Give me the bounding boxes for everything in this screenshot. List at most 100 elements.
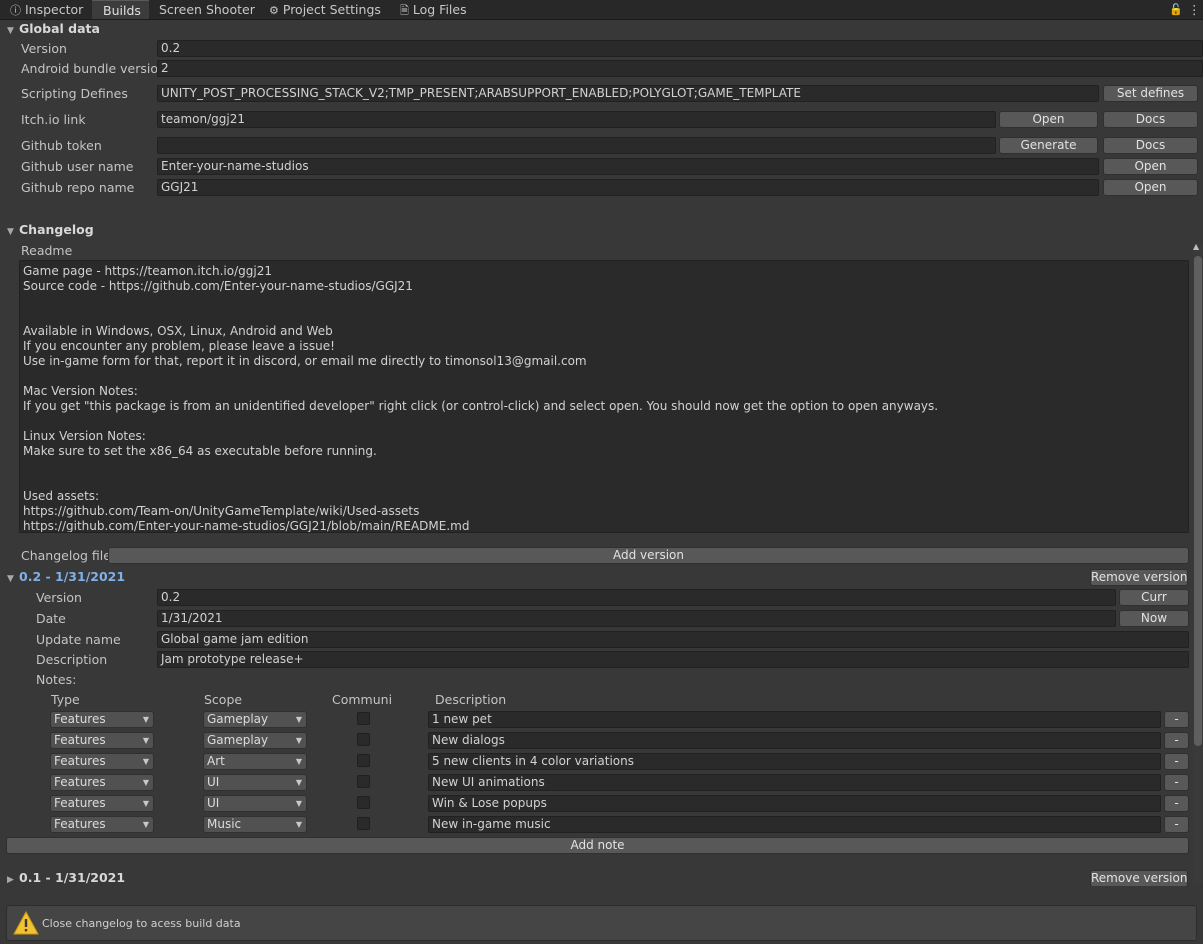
remove-note-button[interactable]: -: [1164, 774, 1189, 791]
note-scope-dropdown[interactable]: Gameplay ▼: [203, 711, 307, 728]
foldout-arrow-icon: ▶: [7, 875, 14, 885]
note-community-checkbox[interactable]: [357, 733, 370, 746]
info-icon: ⓘ: [10, 4, 21, 17]
note-community-checkbox[interactable]: [357, 712, 370, 725]
readme-line: [23, 474, 1185, 489]
note-type-dropdown[interactable]: Features ▼: [50, 753, 154, 770]
github-repo-field[interactable]: GGJ21: [157, 179, 1099, 196]
note-scope-dropdown[interactable]: UI ▼: [203, 774, 307, 791]
github-repo-label: Github repo name: [21, 180, 135, 195]
note-scope-dropdown[interactable]: Gameplay ▼: [203, 732, 307, 749]
entry-date-label: Date: [36, 611, 66, 626]
android-bundle-field[interactable]: 2: [157, 60, 1203, 77]
readme-line: Linux Version Notes:: [23, 429, 146, 443]
note-description-field[interactable]: New in-game music: [428, 816, 1161, 833]
remove-version-button-2[interactable]: Remove version: [1090, 870, 1188, 887]
remove-note-button[interactable]: -: [1164, 711, 1189, 728]
tab-builds[interactable]: Builds: [92, 0, 149, 19]
entry-description-label: Description: [36, 652, 108, 667]
note-description-field[interactable]: Win & Lose popups: [428, 795, 1161, 812]
scrollbar-thumb[interactable]: [1194, 256, 1202, 746]
dropdown-arrow-icon: ▼: [142, 799, 149, 808]
version-entry-foldout[interactable]: ▼ 0.2 - 1/31/2021: [7, 569, 125, 584]
itch-open-button[interactable]: Open: [999, 111, 1098, 128]
note-type-dropdown[interactable]: Features ▼: [50, 774, 154, 791]
readme-line: Game page - https://teamon.itch.io/ggj21: [23, 264, 272, 278]
readme-line: Use in-game form for that, report it in …: [23, 354, 587, 368]
tab-project-settings[interactable]: ⚙ Project Settings: [269, 0, 381, 19]
readme-line: Source code - https://github.com/Enter-y…: [23, 279, 413, 293]
tab-screen-shooter[interactable]: Screen Shooter: [159, 0, 255, 19]
github-user-label: Github user name: [21, 159, 134, 174]
add-version-button[interactable]: Add version: [108, 547, 1189, 564]
remove-version-button[interactable]: Remove version: [1090, 569, 1188, 586]
readme-textarea[interactable]: Game page - https://teamon.itch.io/ggj21…: [19, 260, 1189, 533]
note-type-dropdown[interactable]: Features ▼: [50, 732, 154, 749]
note-community-checkbox[interactable]: [357, 754, 370, 767]
entry-version-label: Version: [36, 590, 82, 605]
tab-inspector[interactable]: ⓘ Inspector: [0, 0, 92, 19]
changelog-foldout[interactable]: ▼ Changelog: [7, 222, 94, 237]
remove-note-button[interactable]: -: [1164, 816, 1189, 833]
tab-log-files[interactable]: 🗎 Log Files: [400, 0, 467, 19]
set-defines-button[interactable]: Set defines: [1103, 85, 1198, 102]
update-name-field[interactable]: Global game jam edition: [157, 631, 1189, 648]
notes-label: Notes:: [36, 672, 77, 687]
remove-note-button[interactable]: -: [1164, 732, 1189, 749]
itch-docs-button[interactable]: Docs: [1103, 111, 1198, 128]
note-scope-dropdown[interactable]: Music ▼: [203, 816, 307, 833]
version-entry-foldout-collapsed[interactable]: ▶ 0.1 - 1/31/2021: [7, 870, 125, 885]
add-note-button[interactable]: Add note: [6, 837, 1189, 854]
date-now-button[interactable]: Now: [1119, 610, 1189, 627]
lock-icon[interactable]: 🔓: [1169, 0, 1183, 19]
note-description-field[interactable]: New dialogs: [428, 732, 1161, 749]
readme-line: https://github.com/Team-on/UnityGameTemp…: [23, 504, 420, 518]
more-options-icon[interactable]: ⋮: [1188, 0, 1201, 19]
current-version-button[interactable]: Curr: [1119, 589, 1189, 606]
scroll-up-icon[interactable]: ▲: [1193, 242, 1199, 251]
remove-note-button[interactable]: -: [1164, 753, 1189, 770]
readme-line: [23, 294, 1185, 309]
column-communi-header: Communi: [332, 692, 393, 707]
note-type-dropdown[interactable]: Features ▼: [50, 816, 154, 833]
global-data-foldout[interactable]: ▼ Global data: [7, 21, 100, 36]
dropdown-arrow-icon: ▼: [142, 820, 149, 829]
github-user-open-button[interactable]: Open: [1103, 158, 1198, 175]
entry-date-field[interactable]: 1/31/2021: [157, 610, 1116, 627]
note-community-checkbox[interactable]: [357, 796, 370, 809]
gear-icon: ⚙: [269, 4, 279, 17]
itch-link-field[interactable]: teamon/ggj21: [157, 111, 996, 128]
dropdown-arrow-icon: ▼: [295, 778, 302, 787]
dropdown-arrow-icon: ▼: [142, 778, 149, 787]
entry-version-field[interactable]: 0.2: [157, 589, 1116, 606]
entry-description-field[interactable]: Jam prototype release+: [157, 651, 1189, 668]
column-scope-header: Scope: [204, 692, 243, 707]
note-description-field[interactable]: 1 new pet: [428, 711, 1161, 728]
scripting-defines-field[interactable]: UNITY_POST_PROCESSING_STACK_V2;TMP_PRESE…: [157, 85, 1099, 102]
note-scope-dropdown[interactable]: Art ▼: [203, 753, 307, 770]
github-repo-open-button[interactable]: Open: [1103, 179, 1198, 196]
note-scope-dropdown[interactable]: UI ▼: [203, 795, 307, 812]
foldout-arrow-icon: ▼: [7, 574, 14, 584]
note-type-dropdown[interactable]: Features ▼: [50, 711, 154, 728]
warning-icon: [13, 910, 39, 935]
column-description-header: Description: [435, 692, 507, 707]
dropdown-arrow-icon: ▼: [295, 736, 302, 745]
version-field[interactable]: 0.2: [157, 40, 1203, 57]
note-description-field[interactable]: New UI animations: [428, 774, 1161, 791]
note-community-checkbox[interactable]: [357, 817, 370, 830]
dropdown-arrow-icon: ▼: [295, 799, 302, 808]
readme-line: If you get "this package is from an unid…: [23, 399, 939, 413]
scripting-defines-label: Scripting Defines: [21, 86, 128, 101]
readme-line: Available in Windows, OSX, Linux, Androi…: [23, 324, 333, 338]
remove-note-button[interactable]: -: [1164, 795, 1189, 812]
github-token-field[interactable]: [157, 137, 996, 154]
token-docs-button[interactable]: Docs: [1103, 137, 1198, 154]
note-type-dropdown[interactable]: Features ▼: [50, 795, 154, 812]
note-community-checkbox[interactable]: [357, 775, 370, 788]
note-description-field[interactable]: 5 new clients in 4 color variations: [428, 753, 1161, 770]
itch-link-label: Itch.io link: [21, 112, 86, 127]
github-user-field[interactable]: Enter-your-name-studios: [157, 158, 1099, 175]
generate-token-button[interactable]: Generate: [999, 137, 1098, 154]
dropdown-arrow-icon: ▼: [142, 736, 149, 745]
